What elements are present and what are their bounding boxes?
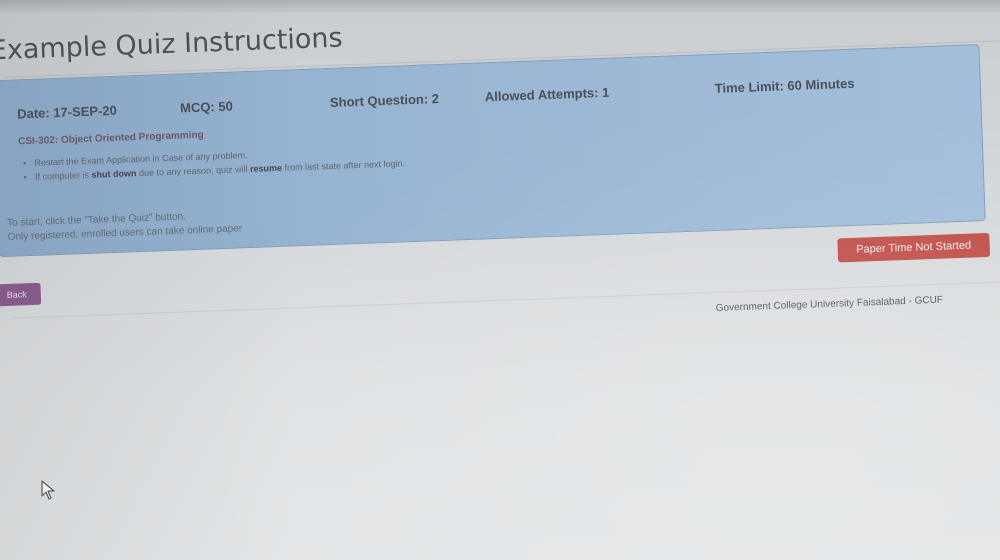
- footer-text: Government College University Faisalabad…: [715, 294, 944, 314]
- start-note: To start, click the "Take the Quiz" butt…: [7, 208, 242, 245]
- back-button[interactable]: Back: [0, 282, 42, 307]
- instruction-emphasis: shut down: [91, 168, 137, 180]
- page-title: Example Quiz Instructions: [0, 22, 344, 67]
- instruction-text: If computer is: [34, 169, 92, 182]
- quiz-page: Example Quiz Instructions Date: 17-SEP-2…: [0, 0, 1000, 560]
- exam-info-panel: Date: 17-SEP-20 MCQ: 50 Short Question: …: [0, 44, 986, 258]
- screen: Example Quiz Instructions Date: 17-SEP-2…: [0, 0, 1000, 560]
- exam-date: Date: 17-SEP-20: [16, 102, 118, 122]
- instruction-text: from last state after next login.: [281, 158, 406, 173]
- paper-status-button[interactable]: Paper Time Not Started: [837, 232, 991, 263]
- course-title: CSI-302: Object Oriented Programming: [18, 129, 204, 148]
- mcq-count: MCQ: 50: [179, 98, 234, 116]
- short-question-count: Short Question: 2: [329, 90, 440, 110]
- time-limit: Time Limit: 60 Minutes: [714, 75, 855, 96]
- allowed-attempts: Allowed Attempts: 1: [484, 84, 610, 105]
- instruction-text: due to any reason, quiz will: [136, 163, 251, 179]
- mouse-pointer-icon: [40, 480, 56, 500]
- instruction-emphasis: resume: [249, 162, 283, 174]
- instructions-list: Restart the Exam Application in Case of …: [23, 144, 405, 186]
